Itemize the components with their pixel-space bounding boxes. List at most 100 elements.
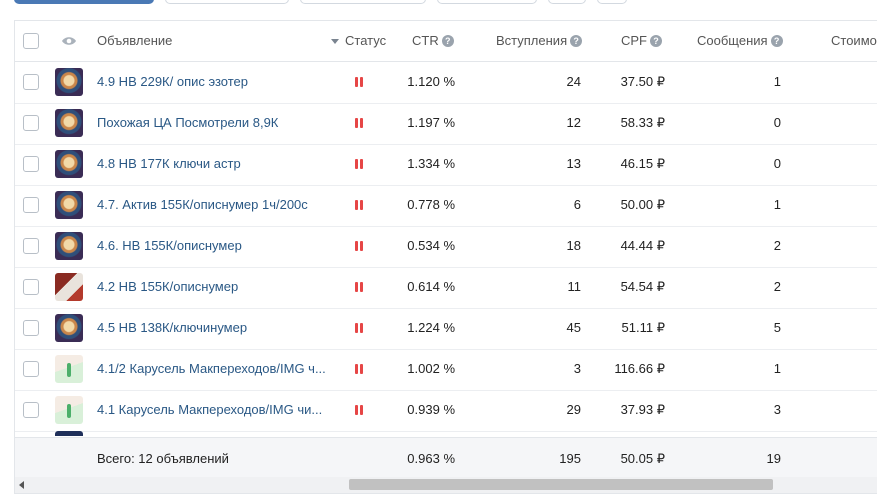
col-ctr-header[interactable]: CTR? bbox=[412, 33, 454, 48]
ad-name-link[interactable]: 4.5 НВ 138К/ключинумер bbox=[97, 320, 247, 335]
toolbar-button-5[interactable] bbox=[597, 0, 627, 4]
pause-icon[interactable] bbox=[354, 241, 364, 251]
col-joins-header[interactable]: Вступления? bbox=[496, 33, 583, 48]
col-cost-header[interactable]: Стоимо bbox=[831, 33, 877, 48]
ad-name-link[interactable]: 4.1/2 Карусель Макпереходов/IMG ч... bbox=[97, 361, 326, 376]
row-checkbox[interactable] bbox=[23, 238, 39, 254]
ad-name-link[interactable]: 4.1 Карусель Макпереходов/IMG чи... bbox=[97, 402, 322, 417]
cpf-value: 37.50 ₽ bbox=[620, 74, 665, 89]
messages-value: 1 bbox=[773, 74, 781, 89]
col-joins-label: Вступления bbox=[496, 33, 568, 48]
toolbar-button-3[interactable] bbox=[437, 0, 537, 4]
ad-thumbnail bbox=[55, 431, 83, 436]
scrollbar-thumb[interactable] bbox=[349, 479, 773, 490]
toolbar-button-2[interactable] bbox=[300, 0, 426, 4]
table-header: Объявление Статус CTR? Вступления? CPF? … bbox=[15, 21, 877, 62]
col-ctr-label: CTR bbox=[412, 33, 439, 48]
pause-icon[interactable] bbox=[354, 323, 364, 333]
horizontal-scrollbar[interactable] bbox=[15, 477, 877, 493]
toolbar-button-1[interactable] bbox=[165, 0, 289, 4]
table-row[interactable]: 4.9 НВ 229К/ опис эзотер 1.120 % 24 37.5… bbox=[15, 62, 877, 104]
row-checkbox[interactable] bbox=[23, 197, 39, 213]
cpf-value: 46.15 ₽ bbox=[620, 156, 665, 171]
pause-icon[interactable] bbox=[354, 118, 364, 128]
row-checkbox[interactable] bbox=[23, 74, 39, 90]
total-messages: 19 bbox=[766, 451, 781, 466]
cpf-value: 51.11 ₽ bbox=[621, 320, 665, 335]
ad-name-link[interactable]: 4.8 НВ 177К ключи астр bbox=[97, 156, 241, 171]
ad-name-link[interactable]: 4.7. Актив 155К/описнумер 1ч/200с bbox=[97, 197, 308, 212]
table-row-partial bbox=[15, 430, 877, 436]
pause-icon[interactable] bbox=[354, 405, 364, 415]
cpf-value: 44.44 ₽ bbox=[620, 238, 665, 253]
col-cpf-header[interactable]: CPF? bbox=[621, 33, 662, 48]
table-row[interactable]: 4.5 НВ 138К/ключинумер 1.224 % 45 51.11 … bbox=[15, 308, 877, 350]
joins-value: 3 bbox=[573, 361, 581, 376]
ad-name-link[interactable]: 4.9 НВ 229К/ опис эзотер bbox=[97, 74, 248, 89]
pause-icon[interactable] bbox=[354, 77, 364, 87]
pause-icon[interactable] bbox=[354, 364, 364, 374]
cpf-value: 116.66 ₽ bbox=[614, 361, 665, 376]
ctr-value: 0.534 % bbox=[407, 238, 455, 253]
ad-thumbnail bbox=[55, 68, 83, 96]
ad-name-link[interactable]: 4.2 НВ 155К/описнумер bbox=[97, 279, 238, 294]
table-row[interactable]: 4.6. НВ 155К/описнумер 0.534 % 18 44.44 … bbox=[15, 226, 877, 268]
ctr-value: 1.120 % bbox=[407, 74, 455, 89]
ad-name-link[interactable]: 4.6. НВ 155К/описнумер bbox=[97, 238, 242, 253]
help-icon[interactable]: ? bbox=[650, 35, 662, 47]
row-checkbox[interactable] bbox=[23, 279, 39, 295]
messages-value: 1 bbox=[773, 197, 781, 212]
col-messages-header[interactable]: Сообщения? bbox=[697, 33, 783, 48]
sort-desc-icon[interactable] bbox=[331, 39, 339, 44]
joins-value: 29 bbox=[566, 402, 581, 417]
ctr-value: 1.197 % bbox=[407, 115, 455, 130]
row-checkbox[interactable] bbox=[23, 320, 39, 336]
cpf-value: 58.33 ₽ bbox=[620, 115, 665, 130]
help-icon[interactable]: ? bbox=[570, 35, 583, 47]
pause-icon[interactable] bbox=[354, 159, 364, 169]
messages-value: 3 bbox=[773, 402, 781, 417]
ad-thumbnail bbox=[55, 191, 83, 219]
ctr-value: 1.224 % bbox=[407, 320, 455, 335]
ad-thumbnail bbox=[55, 273, 83, 301]
row-checkbox[interactable] bbox=[23, 361, 39, 377]
messages-value: 1 bbox=[773, 361, 781, 376]
table-row[interactable]: 4.7. Актив 155К/описнумер 1ч/200с 0.778 … bbox=[15, 185, 877, 227]
row-checkbox[interactable] bbox=[23, 156, 39, 172]
cpf-value: 54.54 ₽ bbox=[620, 279, 665, 294]
table-row[interactable]: 4.2 НВ 155К/описнумер 0.614 % 11 54.54 ₽… bbox=[15, 267, 877, 309]
ctr-value: 0.614 % bbox=[407, 279, 455, 294]
toolbar-button-4[interactable] bbox=[548, 0, 586, 4]
joins-value: 18 bbox=[566, 238, 581, 253]
joins-value: 12 bbox=[566, 115, 581, 130]
table-row[interactable]: 4.8 НВ 177К ключи астр 1.334 % 13 46.15 … bbox=[15, 144, 877, 186]
col-cpf-label: CPF bbox=[621, 33, 647, 48]
pause-icon[interactable] bbox=[354, 200, 364, 210]
col-ad-header[interactable]: Объявление bbox=[97, 33, 172, 48]
messages-value: 0 bbox=[773, 156, 781, 171]
table-row[interactable]: 4.1/2 Карусель Макпереходов/IMG ч... 1.0… bbox=[15, 349, 877, 391]
joins-value: 24 bbox=[566, 74, 581, 89]
ad-name-link[interactable]: Похожая ЦА Посмотрели 8,9К bbox=[97, 115, 278, 130]
eye-icon[interactable] bbox=[61, 35, 77, 47]
pause-icon[interactable] bbox=[354, 282, 364, 292]
messages-value: 2 bbox=[773, 279, 781, 294]
select-all-checkbox[interactable] bbox=[23, 33, 39, 49]
create-ad-button[interactable] bbox=[14, 0, 154, 4]
col-status-header[interactable]: Статус bbox=[345, 33, 386, 48]
ad-thumbnail bbox=[55, 232, 83, 260]
ad-thumbnail bbox=[55, 109, 83, 137]
scroll-left-arrow-icon[interactable] bbox=[19, 481, 24, 489]
help-icon[interactable]: ? bbox=[770, 35, 783, 47]
messages-value: 5 bbox=[773, 320, 781, 335]
total-ctr: 0.963 % bbox=[407, 451, 455, 466]
table-row[interactable]: 4.1 Карусель Макпереходов/IMG чи... 0.93… bbox=[15, 390, 877, 432]
help-icon[interactable]: ? bbox=[441, 35, 454, 47]
joins-value: 13 bbox=[566, 156, 581, 171]
ad-thumbnail bbox=[55, 314, 83, 342]
row-checkbox[interactable] bbox=[23, 402, 39, 418]
cpf-value: 50.00 ₽ bbox=[620, 197, 665, 212]
row-checkbox[interactable] bbox=[23, 115, 39, 131]
table-row[interactable]: Похожая ЦА Посмотрели 8,9К 1.197 % 12 58… bbox=[15, 103, 877, 145]
ctr-value: 0.778 % bbox=[407, 197, 455, 212]
